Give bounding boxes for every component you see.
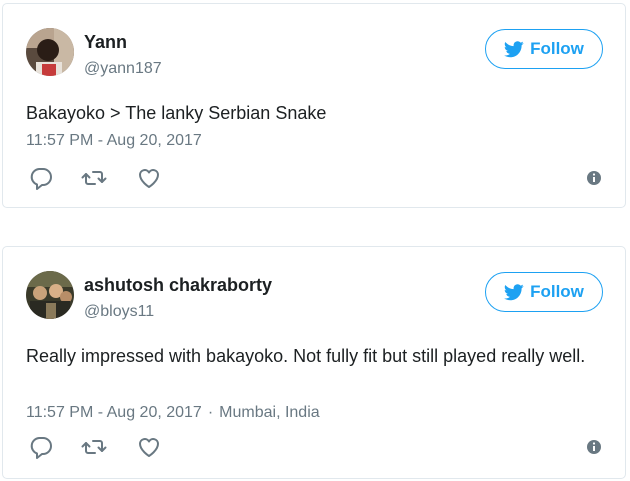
follow-button[interactable]: Follow bbox=[485, 272, 603, 312]
user-handle[interactable]: @bloys11 bbox=[84, 302, 154, 322]
tweet-actions bbox=[26, 165, 603, 191]
display-name[interactable]: Yann bbox=[84, 32, 127, 52]
follow-label: Follow bbox=[530, 282, 584, 301]
reply-icon[interactable] bbox=[28, 165, 54, 191]
avatar[interactable] bbox=[26, 28, 74, 76]
tweet-location[interactable]: Mumbai, India bbox=[219, 404, 320, 421]
tweet-card: Yann @yann187 Follow Bakayoko > The lank… bbox=[2, 3, 626, 208]
follow-label: Follow bbox=[530, 39, 584, 58]
retweet-icon[interactable] bbox=[81, 434, 107, 460]
tweet-timestamp[interactable]: 11:57 PM - Aug 20, 2017 bbox=[26, 132, 202, 149]
info-icon[interactable] bbox=[585, 438, 603, 456]
tweet-meta: 11:57 PM - Aug 20, 2017 bbox=[26, 131, 202, 151]
twitter-bird-icon bbox=[504, 283, 524, 300]
tweet-text: Really impressed with bakayoko. Not full… bbox=[26, 346, 586, 366]
like-icon[interactable] bbox=[136, 434, 162, 460]
tweet-text: Bakayoko > The lanky Serbian Snake bbox=[26, 103, 327, 123]
meta-separator: · bbox=[207, 404, 214, 421]
tweet-card: ashutosh chakraborty @bloys11 Follow Rea… bbox=[2, 246, 626, 479]
info-icon[interactable] bbox=[585, 169, 603, 187]
twitter-bird-icon bbox=[504, 40, 524, 57]
user-handle[interactable]: @yann187 bbox=[84, 59, 162, 79]
tweet-actions bbox=[26, 434, 603, 460]
tweet-timestamp[interactable]: 11:57 PM - Aug 20, 2017 bbox=[26, 404, 202, 421]
tweet-meta: 11:57 PM - Aug 20, 2017 · Mumbai, India bbox=[26, 403, 320, 423]
avatar[interactable] bbox=[26, 271, 74, 319]
retweet-icon[interactable] bbox=[81, 165, 107, 191]
display-name[interactable]: ashutosh chakraborty bbox=[84, 275, 272, 295]
like-icon[interactable] bbox=[136, 165, 162, 191]
follow-button[interactable]: Follow bbox=[485, 29, 603, 69]
reply-icon[interactable] bbox=[28, 434, 54, 460]
